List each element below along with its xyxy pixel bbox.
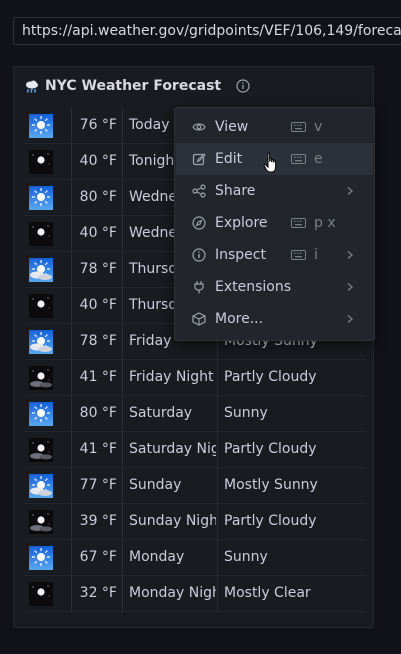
menu-item-more[interactable]: More... [176, 303, 373, 335]
menu-item-label: View [215, 119, 249, 135]
temperature-cell: 78 °F [71, 324, 121, 360]
menu-item-shortcut: e [314, 151, 323, 167]
context-menu: View v Edit e Share Explore p x Inspect i Extensi… [174, 107, 375, 341]
panel-header[interactable]: NYC Weather Forecast [24, 75, 250, 97]
cloud-rain-icon [24, 79, 39, 94]
menu-item-label: Edit [215, 151, 243, 167]
keyboard-icon [291, 218, 306, 228]
keyboard-icon [291, 122, 306, 132]
temperature-cell: 67 °F [71, 540, 121, 576]
weather-icon [25, 144, 71, 180]
menu-item-shortcut: i [314, 247, 318, 263]
hand-pointer-cursor-icon [263, 152, 277, 173]
table-row: 77 °F Sunday Mostly Sunny [25, 468, 366, 504]
weather-icon [25, 216, 71, 252]
temperature-cell: 80 °F [71, 180, 121, 216]
temperature-cell: 40 °F [71, 216, 121, 252]
period-name-cell: Sunday [122, 468, 216, 504]
weather-icon [25, 252, 71, 288]
temperature-cell: 77 °F [71, 468, 121, 504]
keyboard-icon [291, 250, 306, 260]
chevron-right-icon [347, 251, 353, 259]
table-row: 41 °F Friday Night Partly Cloudy [25, 360, 366, 396]
weather-icon [25, 396, 71, 432]
menu-item-label: Inspect [215, 247, 266, 263]
weather-icon [25, 288, 71, 324]
short-forecast-cell: Partly Cloudy [217, 504, 366, 540]
chevron-right-icon [347, 315, 353, 323]
eye-icon [192, 123, 206, 131]
period-name-cell: Sunday Night [122, 504, 216, 540]
temperature-cell: 32 °F [71, 576, 121, 612]
menu-item-view[interactable]: View v [176, 111, 373, 143]
menu-item-share[interactable]: Share [176, 175, 373, 207]
temperature-cell: 78 °F [71, 252, 121, 288]
temperature-cell: 80 °F [71, 396, 121, 432]
temperature-cell: 40 °F [71, 144, 121, 180]
period-name-cell: Saturday [122, 396, 216, 432]
panel-title: NYC Weather Forecast [45, 78, 222, 94]
temperature-cell: 39 °F [71, 504, 121, 540]
menu-item-inspect[interactable]: Inspect i [176, 239, 373, 271]
edit-icon [192, 153, 206, 166]
short-forecast-cell: Partly Cloudy [217, 360, 366, 396]
weather-icon [25, 180, 71, 216]
temperature-cell: 40 °F [71, 288, 121, 324]
short-forecast-cell: Mostly Sunny [217, 468, 366, 504]
weather-icon [25, 576, 71, 612]
weather-icon [25, 324, 71, 360]
weather-icon [25, 360, 71, 396]
weather-icon [25, 504, 71, 540]
menu-item-label: Share [215, 183, 256, 199]
weather-icon [25, 432, 71, 468]
short-forecast-cell: Partly Cloudy [217, 432, 366, 468]
weather-icon [25, 540, 71, 576]
weather-icon [25, 108, 71, 144]
table-row: 41 °FSaturday NightPartly Cloudy [25, 432, 366, 468]
table-row: 39 °F Sunday Night Partly Cloudy [25, 504, 366, 540]
menu-item-label: Extensions [215, 279, 292, 295]
short-forecast-cell: Sunny [217, 396, 366, 432]
weather-icon [25, 468, 71, 504]
menu-item-explore[interactable]: Explore p x [176, 207, 373, 239]
plug-icon [194, 281, 204, 294]
period-name-cell: Friday Night [122, 360, 216, 396]
period-name-cell: Monday Night [122, 576, 216, 612]
table-row: 80 °F Saturday Sunny [25, 396, 366, 432]
temperature-cell: 76 °F [71, 108, 121, 144]
temperature-cell: 41 °F [71, 432, 121, 468]
menu-item-shortcut: p x [314, 215, 336, 231]
menu-item-shortcut: v [314, 119, 323, 135]
menu-item-label: Explore [215, 215, 268, 231]
chevron-right-icon [347, 187, 353, 195]
menu-item-extensions[interactable]: Extensions [176, 271, 373, 303]
url-input[interactable]: https://api.weather.gov/gridpoints/VEF/1… [13, 17, 401, 45]
menu-item-label: More... [215, 311, 264, 327]
short-forecast-cell: Sunny [217, 540, 366, 576]
period-name-cell: Saturday Night [122, 432, 216, 468]
keyboard-icon [291, 154, 306, 164]
info-circle-icon [192, 248, 206, 262]
cube-icon [192, 312, 206, 326]
table-row: 67 °F Monday Sunny [25, 540, 366, 576]
period-name-cell: Monday [122, 540, 216, 576]
chevron-right-icon [347, 283, 353, 291]
table-row: 32 °FMonday NightMostly Clear [25, 576, 366, 612]
share-icon [192, 184, 206, 198]
short-forecast-cell: Mostly Clear [217, 576, 366, 612]
compass-icon [192, 216, 206, 230]
temperature-cell: 41 °F [71, 360, 121, 396]
info-icon[interactable] [236, 79, 250, 93]
